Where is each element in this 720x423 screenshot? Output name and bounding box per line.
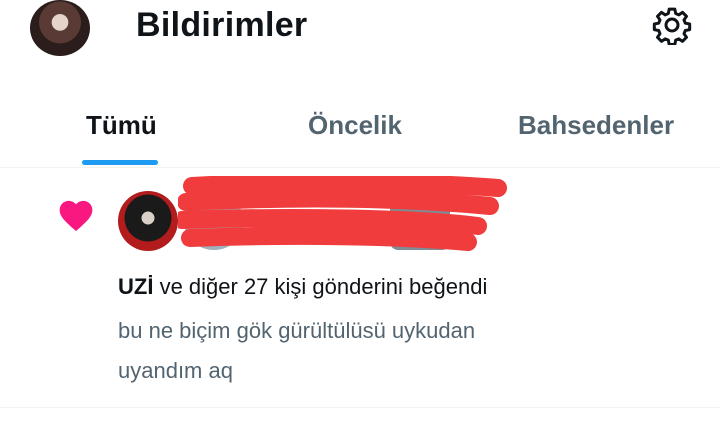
active-tab-indicator xyxy=(82,160,158,165)
tab-priority[interactable]: Öncelik xyxy=(308,110,402,141)
page-title: Bildirimler xyxy=(136,6,308,44)
top-bar: Bildirimler xyxy=(0,0,720,56)
redaction-scribble xyxy=(178,176,507,251)
liker-avatar[interactable] xyxy=(118,191,178,251)
tab-bar: Tümü Öncelik Bahsedenler xyxy=(0,96,720,168)
post-preview: bu ne biçim gök gürültülüsü uykudan xyxy=(118,318,476,343)
notification-text: UZİ ve diğer 27 kişi gönderini beğendi xyxy=(118,274,487,300)
tab-all[interactable]: Tümü xyxy=(86,110,157,141)
post-preview: uyandım aq xyxy=(118,358,233,383)
gear-icon[interactable] xyxy=(652,5,692,45)
liker-name[interactable]: UZİ xyxy=(118,274,153,299)
account-avatar[interactable] xyxy=(30,0,90,56)
heart-icon xyxy=(59,200,93,232)
notification-action: ve diğer 27 kişi gönderini beğendi xyxy=(153,274,488,299)
tab-mentions[interactable]: Bahsedenler xyxy=(518,110,674,141)
notification-item[interactable]: UZİ ve diğer 27 kişi gönderini beğendi b… xyxy=(0,168,720,408)
